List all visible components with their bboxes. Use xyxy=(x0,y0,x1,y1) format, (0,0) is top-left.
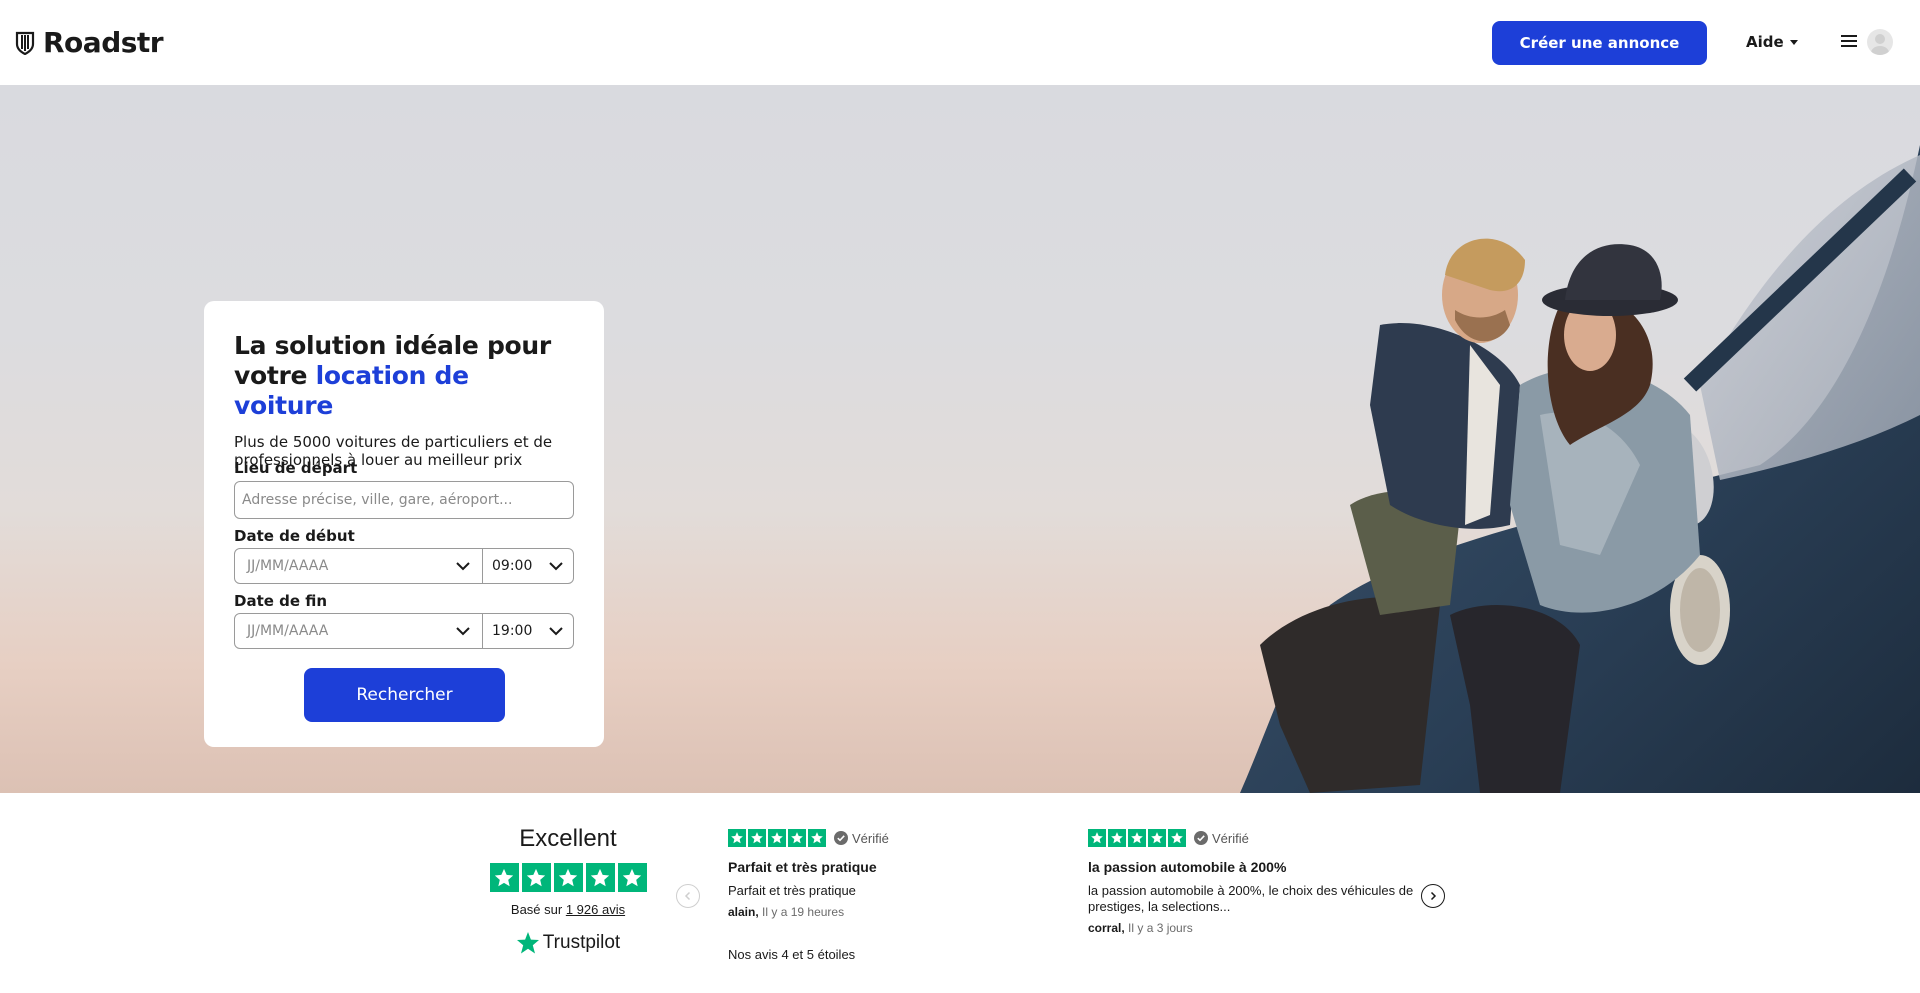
review-author: corral, xyxy=(1088,921,1125,935)
chevron-down-icon xyxy=(549,627,563,636)
start-date-select[interactable]: JJ/MM/AAAA xyxy=(235,549,483,583)
start-datetime-group: JJ/MM/AAAA 09:00 xyxy=(234,548,574,584)
star-icon xyxy=(617,863,647,892)
rating-word: Excellent xyxy=(519,825,617,852)
hero-section: La solution idéale pour votre location d… xyxy=(0,85,1920,793)
chevron-left-icon xyxy=(684,891,691,901)
help-label: Aide xyxy=(1746,33,1784,51)
review-title: Parfait et très pratique xyxy=(728,859,877,875)
star-icon xyxy=(1128,829,1146,847)
end-time-value: 19:00 xyxy=(492,623,533,639)
hamburger-menu-icon[interactable] xyxy=(1841,35,1857,47)
review-time: Il y a 19 heures xyxy=(762,905,845,919)
star-icon xyxy=(553,863,583,892)
verified-badge: Vérifié xyxy=(1194,831,1249,846)
departure-label: Lieu de départ xyxy=(234,459,358,477)
start-time-select[interactable]: 09:00 xyxy=(483,549,573,583)
trustpilot-summary: Excellent Basé sur 1 926 avis Trustpilot xyxy=(486,825,650,955)
search-button[interactable]: Rechercher xyxy=(304,668,505,722)
trustpilot-logo[interactable]: Trustpilot xyxy=(486,931,650,955)
search-card: La solution idéale pour votre location d… xyxy=(204,301,604,747)
shield-logo-icon xyxy=(15,31,35,55)
star-icon xyxy=(521,863,551,892)
help-dropdown[interactable]: Aide xyxy=(1746,33,1798,51)
check-circle-icon xyxy=(834,831,848,845)
star-icon xyxy=(728,829,746,847)
review-header: Vérifié xyxy=(1088,829,1428,847)
trustpilot-brand: Trustpilot xyxy=(542,932,621,953)
star-icon xyxy=(585,863,615,892)
rating-stars xyxy=(486,863,650,892)
hero-title: La solution idéale pour votre location d… xyxy=(234,331,574,421)
chevron-down-icon xyxy=(456,627,470,636)
review-stars xyxy=(1088,829,1186,847)
review-count-link[interactable]: 1 926 avis xyxy=(566,902,625,917)
star-icon xyxy=(808,829,826,847)
review-meta: alain, Il y a 19 heures xyxy=(728,905,1068,919)
verified-badge: Vérifié xyxy=(834,831,889,846)
start-time-value: 09:00 xyxy=(492,558,533,574)
review-header: Vérifié xyxy=(728,829,1068,847)
star-icon xyxy=(1108,829,1126,847)
review-count: Basé sur 1 926 avis xyxy=(486,902,650,917)
review-title: la passion automobile à 200% xyxy=(1088,859,1287,875)
star-icon xyxy=(1148,829,1166,847)
end-date-select[interactable]: JJ/MM/AAAA xyxy=(235,614,483,648)
review-card[interactable]: Vérifié la passion automobile à 200% la … xyxy=(1088,829,1428,935)
end-time-select[interactable]: 19:00 xyxy=(483,614,573,648)
verified-label: Vérifié xyxy=(1212,830,1249,846)
start-date-label: Date de début xyxy=(234,527,355,545)
departure-input[interactable] xyxy=(234,481,574,519)
review-author: alain, xyxy=(728,905,759,919)
brand-name: Roadstr xyxy=(43,26,164,59)
star-icon xyxy=(1168,829,1186,847)
review-body: Parfait et très pratique xyxy=(728,883,856,898)
review-stars xyxy=(728,829,826,847)
reviews-filter-note: Nos avis 4 et 5 étoiles xyxy=(728,947,856,962)
roadstr-logo[interactable]: Roadstr xyxy=(15,26,164,59)
chevron-down-icon xyxy=(549,562,563,571)
reviews-prev-button[interactable] xyxy=(676,884,700,908)
user-silhouette-icon xyxy=(1871,34,1889,55)
caret-down-icon xyxy=(1789,39,1798,45)
trustpilot-widget: Excellent Basé sur 1 926 avis Trustpilot xyxy=(0,793,1920,993)
reviews-next-button[interactable] xyxy=(1421,884,1445,908)
trustpilot-star-icon xyxy=(516,932,539,954)
review-time: Il y a 3 jours xyxy=(1128,921,1193,935)
review-body: la passion automobile à 200%, le choix d… xyxy=(1088,883,1414,914)
start-date-placeholder: JJ/MM/AAAA xyxy=(247,558,329,574)
top-header: Roadstr Créer une annonce Aide xyxy=(0,0,1920,85)
chevron-right-icon xyxy=(1430,891,1437,901)
end-date-placeholder: JJ/MM/AAAA xyxy=(247,623,329,639)
based-on-text: Basé sur xyxy=(510,902,566,917)
user-avatar[interactable] xyxy=(1867,29,1893,55)
review-card[interactable]: Vérifié Parfait et très pratique Parfait… xyxy=(728,829,1068,919)
end-date-label: Date de fin xyxy=(234,592,328,610)
review-meta: corral, Il y a 3 jours xyxy=(1088,921,1428,935)
create-listing-button[interactable]: Créer une annonce xyxy=(1492,21,1707,65)
chevron-down-icon xyxy=(456,562,470,571)
end-datetime-group: JJ/MM/AAAA 19:00 xyxy=(234,613,574,649)
star-icon xyxy=(768,829,786,847)
verified-label: Vérifié xyxy=(852,830,889,846)
star-icon xyxy=(788,829,806,847)
star-icon xyxy=(489,863,519,892)
check-circle-icon xyxy=(1194,831,1208,845)
star-icon xyxy=(748,829,766,847)
star-icon xyxy=(1088,829,1106,847)
